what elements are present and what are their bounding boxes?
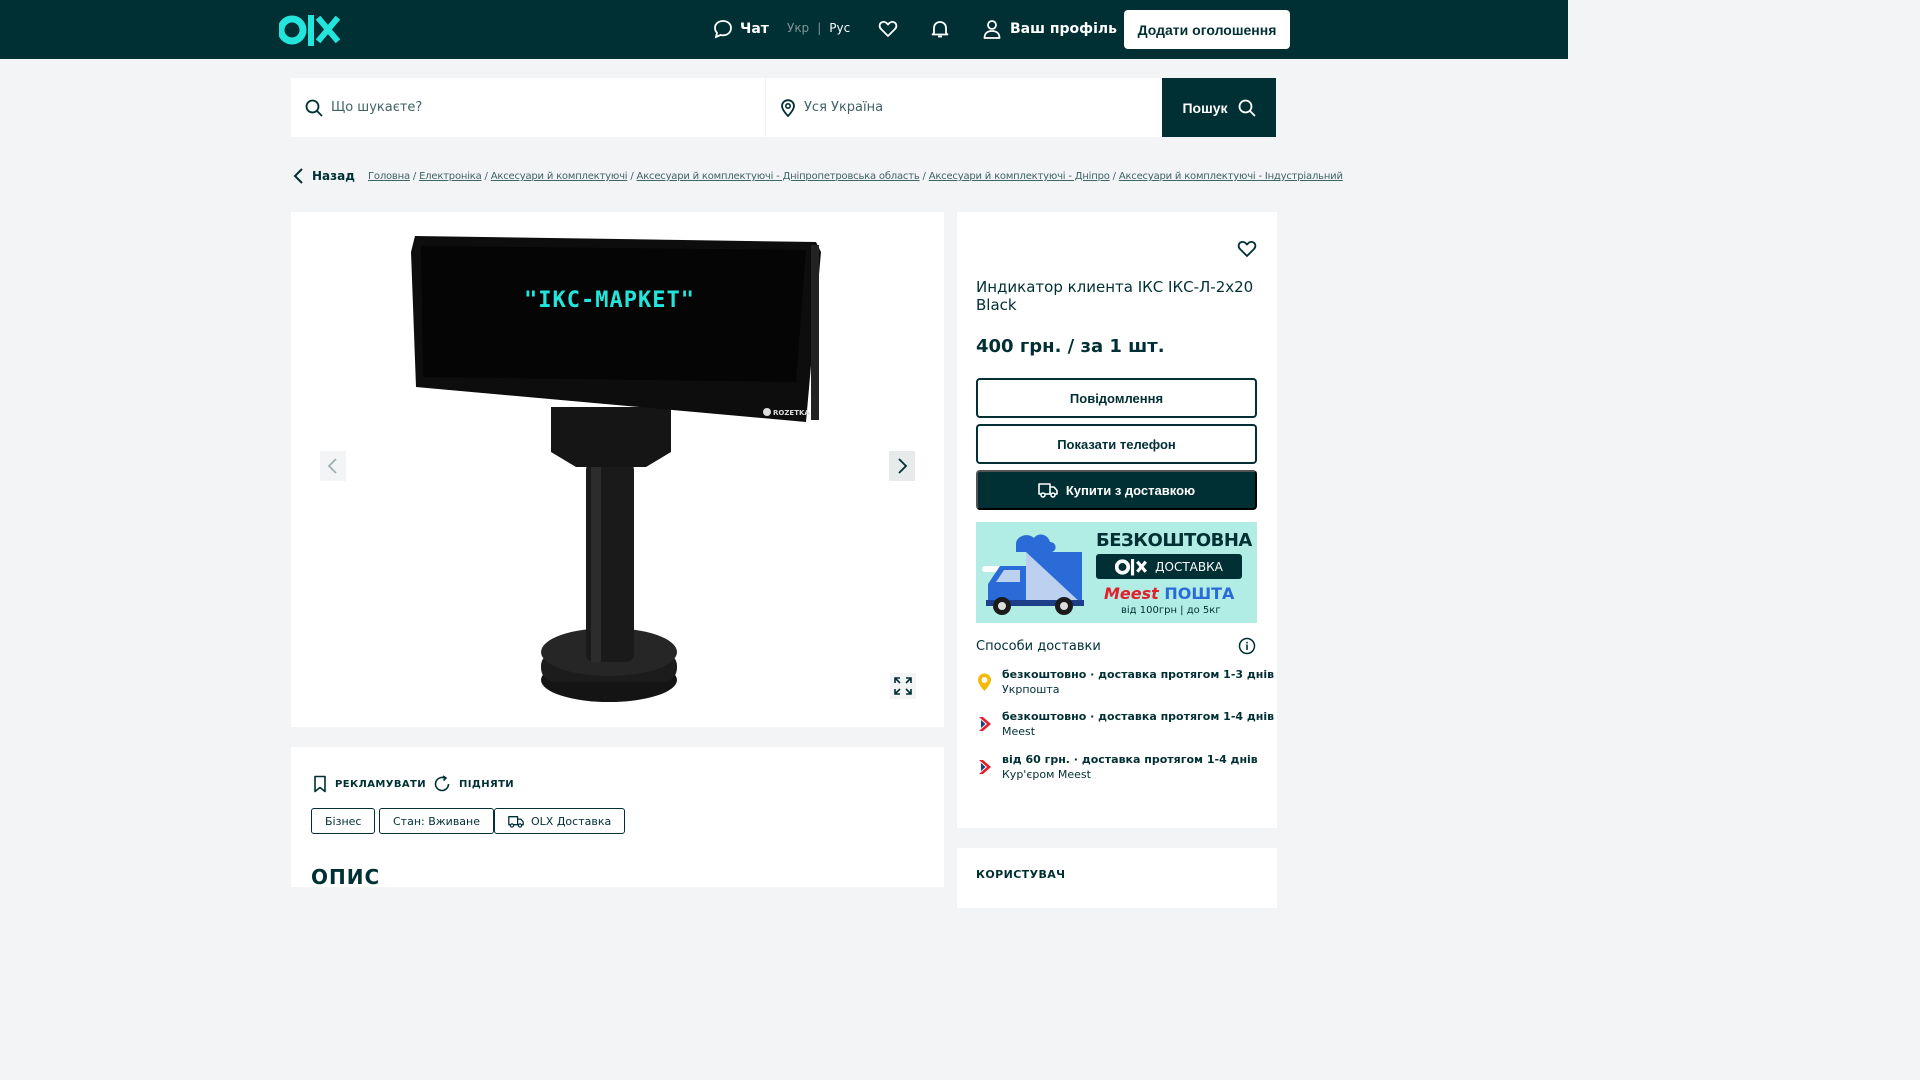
ukrposhta-icon	[978, 673, 991, 691]
delivery-truck-illustration	[982, 534, 1084, 615]
breadcrumb-item[interactable]: Аксесуари й комплектуючі - Індустріальни…	[1119, 171, 1343, 182]
breadcrumb-item[interactable]: Електроніка	[419, 171, 482, 182]
tag-business[interactable]: Бізнес	[311, 808, 376, 834]
delivery-methods-heading: Способи доставки	[976, 639, 1101, 654]
chat-label: Чат	[740, 21, 769, 37]
top-header: Чат Укр | Рус Ваш профіль Додати оголоше…	[0, 0, 1568, 59]
meest-icon	[979, 717, 991, 731]
seller-heading: КОРИСТУВАЧ	[976, 868, 1066, 881]
tag-condition[interactable]: Стан: Вживане	[379, 808, 495, 834]
lang-ukr[interactable]: Укр	[787, 21, 809, 35]
banner-olx-delivery: ДОСТАВКА	[1096, 554, 1242, 579]
breadcrumb-item[interactable]: Аксесуари й комплектуючі - Дніпропетровс…	[637, 171, 920, 182]
breadcrumb-item[interactable]: Аксесуари й комплектуючі	[491, 171, 628, 182]
language-switch: Укр | Рус	[787, 21, 850, 35]
favorites-heart-icon[interactable]	[878, 19, 898, 39]
tag-label: Бізнес	[325, 814, 362, 828]
delivery-method: безкоштовно · доставка протягом 1-3 днів…	[976, 668, 1274, 696]
location-field-wrap	[766, 78, 1162, 137]
free-delivery-banner[interactable]: БЕЗКОШТОВНА ДОСТАВКА Meest ПОШТА від 100…	[976, 522, 1257, 623]
delivery-method-title: від 60 грн. · доставка протягом 1-4 днів	[1002, 753, 1258, 766]
search-icon	[1238, 99, 1256, 117]
info-icon[interactable]	[1238, 637, 1256, 655]
chat-icon	[714, 20, 732, 39]
delivery-truck-icon	[508, 815, 524, 828]
banner-meest-post: Meest ПОШТА	[1104, 584, 1234, 603]
delivery-method-carrier: Укрпошта	[1002, 683, 1060, 696]
product-photo[interactable]: "IKC-MAPKET" ROZETKA	[291, 212, 944, 727]
olx-small-logo	[1115, 558, 1148, 575]
photo-gallery: "IKC-MAPKET" ROZETKA	[291, 212, 944, 727]
banner-conditions: від 100грн | до 5кг	[1121, 605, 1221, 616]
promote-action[interactable]: РЕКЛАМУВАТИ	[313, 775, 426, 793]
delivery-method-carrier: Кур'єром Meest	[1002, 768, 1091, 781]
olx-logo[interactable]	[279, 13, 341, 47]
description-heading: ОПИС	[311, 865, 381, 889]
location-pin-icon	[781, 98, 795, 117]
notifications-bell-icon[interactable]	[930, 19, 950, 39]
delivery-method: безкоштовно · доставка протягом 1-4 днів…	[976, 710, 1274, 738]
raise-label: ПІДНЯТИ	[459, 778, 515, 790]
tag-label: Стан: Вживане	[393, 814, 481, 828]
rozetka-watermark: ROZETKA	[773, 409, 810, 417]
delivery-method-title: безкоштовно · доставка протягом 1-3 днів	[1002, 668, 1275, 681]
prev-photo-button[interactable]	[320, 451, 346, 481]
profile-link[interactable]: Ваш профіль	[983, 19, 1117, 39]
buy-with-delivery-button[interactable]: Купити з доставкою	[976, 470, 1257, 510]
breadcrumb-item[interactable]: Аксесуари й комплектуючі - Дніпро	[929, 171, 1110, 182]
next-photo-button[interactable]	[889, 451, 915, 481]
search-input[interactable]	[331, 100, 671, 115]
tag-olx-delivery[interactable]: OLX Доставка	[494, 808, 626, 834]
bookmark-icon	[314, 775, 326, 793]
chevron-right-icon	[898, 458, 908, 474]
search-field-wrap	[291, 78, 765, 137]
listing-title: Индикатор клиента ІКС ІКС-Л-2х20 Black	[976, 278, 1254, 314]
chat-link[interactable]: Чат	[713, 19, 769, 39]
back-label: Назад	[312, 169, 355, 183]
show-phone-button[interactable]: Показати телефон	[976, 424, 1257, 464]
chevron-left-icon	[327, 458, 337, 474]
meest-courier-icon	[979, 760, 991, 774]
banner-delivery-label: ДОСТАВКА	[1155, 559, 1223, 574]
favorite-heart-icon[interactable]	[1237, 239, 1257, 259]
add-listing-button[interactable]: Додати оголошення	[1124, 10, 1290, 49]
fullscreen-expand-icon[interactable]	[890, 673, 916, 699]
delivery-truck-icon	[1038, 483, 1058, 498]
search-button[interactable]: Пошук	[1162, 78, 1276, 137]
search-icon	[305, 99, 323, 117]
listing-details-card: РЕКЛАМУВАТИ ПІДНЯТИ Бізнес Стан: Вживане…	[291, 747, 944, 889]
buy-with-delivery-label: Купити з доставкою	[1065, 482, 1196, 498]
breadcrumb: Головна / Електроніка / Аксесуари й комплект…	[368, 171, 1343, 182]
user-icon	[983, 20, 1001, 39]
back-link[interactable]: Назад	[293, 167, 355, 185]
listing-info-card: Индикатор клиента ІКС ІКС-Л-2х20 Black 4…	[957, 212, 1277, 828]
tag-label: OLX Доставка	[531, 814, 612, 828]
refresh-icon	[434, 775, 450, 792]
lang-rus[interactable]: Рус	[829, 21, 850, 35]
meest-brand: Meest	[1104, 584, 1159, 603]
promote-label: РЕКЛАМУВАТИ	[335, 778, 426, 790]
profile-label: Ваш профіль	[1010, 21, 1117, 37]
raise-action[interactable]: ПІДНЯТИ	[433, 775, 514, 793]
breadcrumb-item[interactable]: Головна	[368, 171, 410, 182]
delivery-method-carrier: Meest	[1002, 725, 1036, 738]
display-text: "IKC-MAPKET"	[524, 288, 695, 313]
banner-headline: БЕЗКОШТОВНА	[1096, 530, 1252, 551]
message-button[interactable]: Повідомлення	[976, 378, 1257, 418]
lang-separator: |	[817, 21, 822, 35]
location-input[interactable]	[804, 100, 1144, 115]
search-button-label: Пошук	[1182, 99, 1228, 116]
delivery-method: від 60 грн. · доставка протягом 1-4 днів…	[976, 753, 1258, 781]
chevron-left-icon	[293, 168, 303, 184]
listing-price: 400 грн. / за 1 шт.	[976, 336, 1165, 357]
post-brand: ПОШТА	[1164, 584, 1235, 603]
delivery-method-title: безкоштовно · доставка протягом 1-4 днів	[1002, 710, 1275, 723]
seller-card: КОРИСТУВАЧ	[957, 848, 1277, 908]
